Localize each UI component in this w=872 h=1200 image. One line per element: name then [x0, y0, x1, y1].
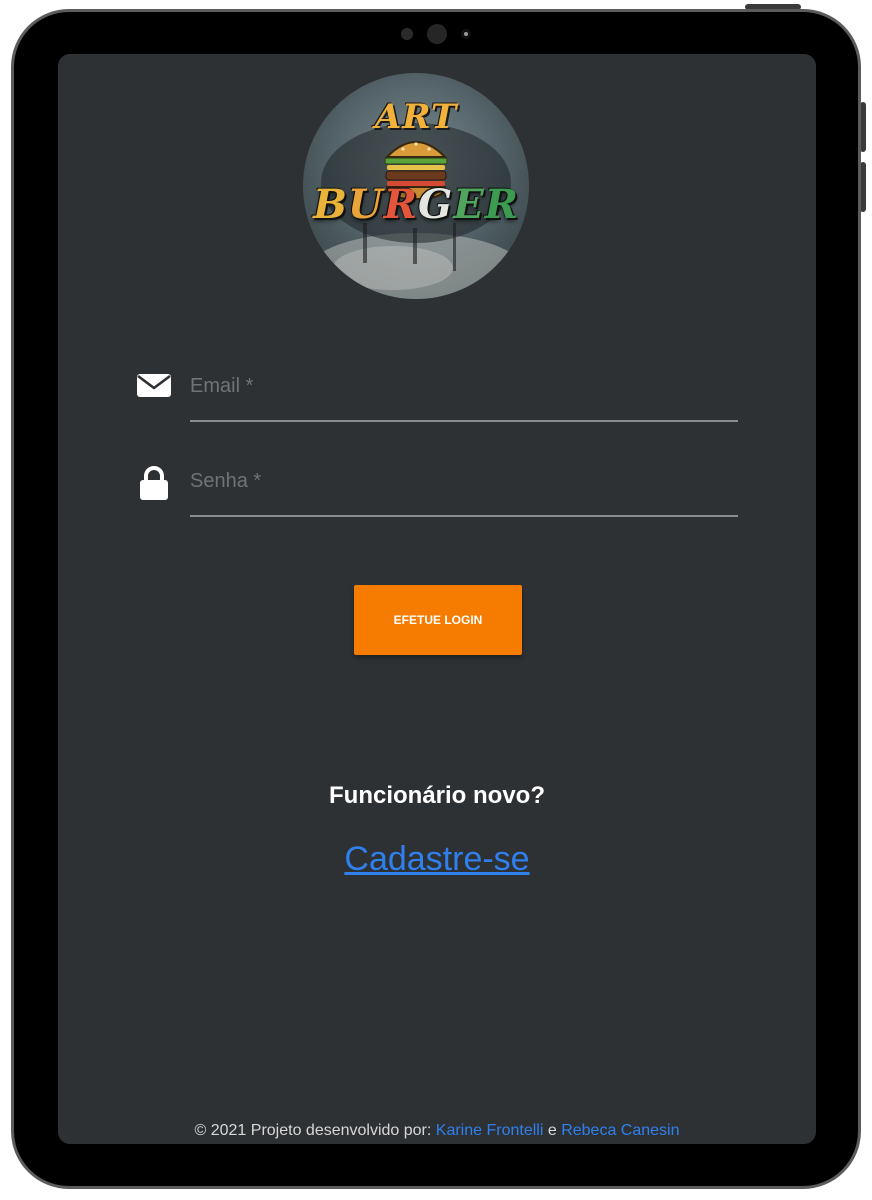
email-field[interactable] [190, 366, 738, 422]
password-row [136, 461, 740, 521]
author-link-rebeca[interactable]: Rebeca Canesin [561, 1122, 679, 1139]
login-button[interactable]: EFETUE LOGIN [354, 585, 522, 655]
art-burger-logo: ART BURGER [303, 73, 529, 299]
logo-letter: U [347, 181, 384, 228]
logo-letter: E [453, 181, 485, 228]
password-field[interactable] [190, 461, 738, 517]
logo-letter: B [313, 181, 348, 228]
logo-letter: G [418, 181, 454, 228]
page: ART BURGER Email * EFETUE LOGIN Funcioná… [0, 0, 872, 1200]
footer-conjunction: e [547, 1122, 557, 1139]
camera-lens [461, 29, 471, 39]
logo-letter: R [484, 181, 519, 228]
new-employee-question: Funcionário novo? [329, 782, 545, 809]
envelope-icon [137, 374, 171, 397]
app-screen: ART BURGER Email * EFETUE LOGIN Funcioná… [58, 54, 816, 1144]
logo-burger-text: BURGER [303, 181, 529, 228]
author-link-karine[interactable]: Karine Frontelli [436, 1122, 544, 1139]
lock-icon [140, 466, 168, 500]
email-row [136, 366, 740, 426]
signup-container: Cadastre-se [58, 840, 816, 879]
camera-bar [14, 24, 858, 44]
tablet-frame: ART BURGER Email * EFETUE LOGIN Funcioná… [11, 9, 861, 1189]
footer: © 2021 Projeto desenvolvido por: Karine … [58, 1122, 816, 1140]
logo-letter: R [383, 181, 419, 228]
logo-art-text: ART [374, 97, 458, 137]
footer-prefix: © 2021 Projeto desenvolvido por: [194, 1122, 432, 1139]
sensor-dot [401, 28, 413, 40]
camera-icon [427, 24, 447, 44]
signup-link[interactable]: Cadastre-se [344, 840, 529, 878]
